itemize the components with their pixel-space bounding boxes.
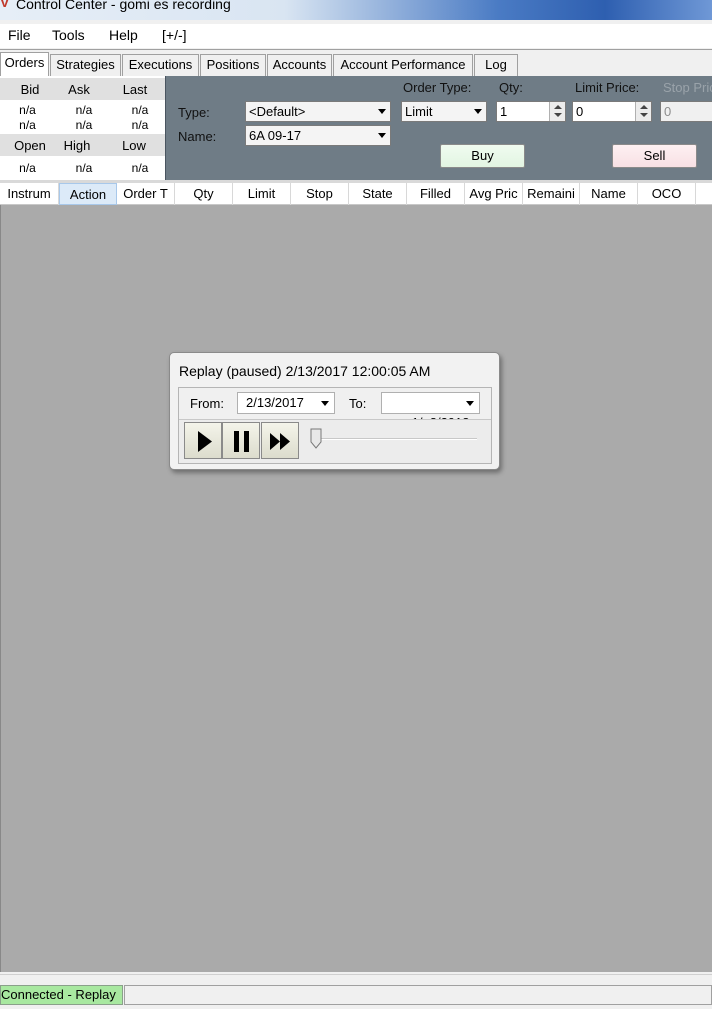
window-title: Control Center - gomi es recording <box>16 0 231 12</box>
from-date-value: 2/13/2017 <box>246 395 304 410</box>
to-label: To: <box>349 396 367 411</box>
tab-orders[interactable]: Orders <box>0 52 49 76</box>
to-date-picker[interactable]: 1/ 8/2018 <box>381 392 480 430</box>
fast-forward-icon <box>270 433 290 450</box>
chevron-down-icon <box>466 401 474 406</box>
pause-button[interactable] <box>222 422 260 459</box>
last-value: n/a <box>131 103 149 117</box>
qty-label: Qty: <box>499 80 523 95</box>
column-header-name[interactable]: Name <box>580 183 638 205</box>
ask-header: Ask <box>68 82 90 97</box>
from-date-picker[interactable]: 2/13/2017 <box>237 392 335 414</box>
instrument-dropdown-value: 6A 09-17 <box>249 128 302 143</box>
menu-divider <box>0 49 712 50</box>
tab-executions[interactable]: Executions <box>122 54 199 76</box>
stepper-arrows-icon[interactable] <box>549 102 565 121</box>
chevron-down-icon <box>378 133 386 138</box>
title-bar: V Control Center - gomi es recording <box>0 0 712 20</box>
last-header: Last <box>122 82 148 97</box>
tab-strip: Orders Strategies Executions Positions A… <box>0 52 712 76</box>
replay-progress-track[interactable] <box>313 438 477 440</box>
column-header-filled[interactable]: Filled <box>407 183 465 205</box>
chevron-down-icon <box>378 109 386 114</box>
from-label: From: <box>190 396 224 411</box>
connection-status: Connected - Replay <box>0 985 123 1005</box>
qty-value: 1 <box>500 104 508 119</box>
replay-controls-group: From: 2/13/2017 To: 1/ 8/2018 <box>178 387 492 464</box>
column-header-instrument[interactable]: Instrum <box>0 183 59 205</box>
open-value: n/a <box>19 161 36 175</box>
orders-grid-body[interactable] <box>0 205 712 972</box>
replay-control-window: Replay (paused) 2/13/2017 12:00:05 AM Fr… <box>169 352 500 470</box>
column-header-action[interactable]: Action <box>59 183 117 205</box>
app-icon: V <box>0 0 10 10</box>
stop-price-value: 0 <box>664 104 672 119</box>
menu-tools[interactable]: Tools <box>52 27 85 43</box>
ask-size: n/a <box>75 118 93 132</box>
buy-button[interactable]: Buy <box>440 144 525 168</box>
column-header-avg-price[interactable]: Avg Pric <box>465 183 523 205</box>
chevron-down-icon <box>474 109 482 114</box>
open-header: Open <box>14 138 46 153</box>
low-value: n/a <box>131 161 149 175</box>
high-header: High <box>63 138 91 153</box>
order-entry-panel: Type: <Default> Name: 6A 09-17 Order Typ… <box>165 76 712 180</box>
bid-value: n/a <box>19 103 36 117</box>
order-type-dropdown[interactable]: Limit <box>401 101 487 122</box>
column-header-qty[interactable]: Qty <box>175 183 233 205</box>
tab-log[interactable]: Log <box>474 54 518 76</box>
stepper-arrows-icon[interactable] <box>635 102 651 121</box>
sell-button[interactable]: Sell <box>612 144 697 168</box>
tab-positions[interactable]: Positions <box>200 54 266 76</box>
column-header-oco[interactable]: OCO <box>638 183 696 205</box>
market-quote-panel: Bid Ask Last n/a n/a n/a n/a n/a n/a Ope… <box>0 76 165 180</box>
last-size: n/a <box>131 118 149 132</box>
menu-help[interactable]: Help <box>109 27 138 43</box>
qty-stepper[interactable]: 1 <box>496 101 566 122</box>
limit-price-label: Limit Price: <box>575 80 640 95</box>
tab-accounts[interactable]: Accounts <box>267 54 332 76</box>
stop-price-stepper[interactable]: 0 <box>660 101 712 122</box>
limit-price-value: 0 <box>576 104 584 119</box>
menu-file[interactable]: File <box>8 27 31 43</box>
chevron-down-icon <box>321 401 329 406</box>
status-bar: Connected - Replay <box>0 984 712 1006</box>
slider-thumb-icon[interactable] <box>310 428 322 449</box>
play-button[interactable] <box>184 422 222 459</box>
fast-forward-button[interactable] <box>261 422 299 459</box>
column-header-limit[interactable]: Limit <box>233 183 291 205</box>
order-type-label: Order Type: <box>403 80 472 95</box>
type-dropdown-value: <Default> <box>249 104 306 119</box>
type-label: Type: <box>178 105 210 120</box>
order-type-value: Limit <box>405 104 433 119</box>
tab-strategies[interactable]: Strategies <box>50 54 121 76</box>
bid-header: Bid <box>20 82 40 97</box>
high-value: n/a <box>75 161 93 175</box>
orders-grid-header: Instrum Action Order T Qty Limit Stop St… <box>0 183 712 205</box>
stop-price-label: Stop Pric <box>663 80 712 95</box>
column-header-state[interactable]: State <box>349 183 407 205</box>
column-header-order-type[interactable]: Order T <box>117 183 175 205</box>
menu-toggle-panels[interactable]: [+/-] <box>162 27 187 43</box>
play-icon <box>198 431 212 452</box>
column-header-stop[interactable]: Stop <box>291 183 349 205</box>
replay-title: Replay (paused) 2/13/2017 12:00:05 AM <box>179 363 431 379</box>
pause-icon <box>234 431 249 452</box>
menu-bar: File Tools Help [+/-] <box>0 24 712 48</box>
status-message-area <box>124 985 712 1005</box>
ask-value: n/a <box>75 103 93 117</box>
column-header-remaining[interactable]: Remaini <box>523 183 580 205</box>
bid-size: n/a <box>19 118 36 132</box>
tab-account-performance[interactable]: Account Performance <box>333 54 473 76</box>
low-header: Low <box>122 138 146 153</box>
limit-price-stepper[interactable]: 0 <box>572 101 652 122</box>
type-dropdown[interactable]: <Default> <box>245 101 391 122</box>
playback-controls <box>179 419 491 463</box>
status-divider <box>0 974 712 984</box>
instrument-dropdown[interactable]: 6A 09-17 <box>245 125 391 146</box>
name-label: Name: <box>178 129 217 144</box>
